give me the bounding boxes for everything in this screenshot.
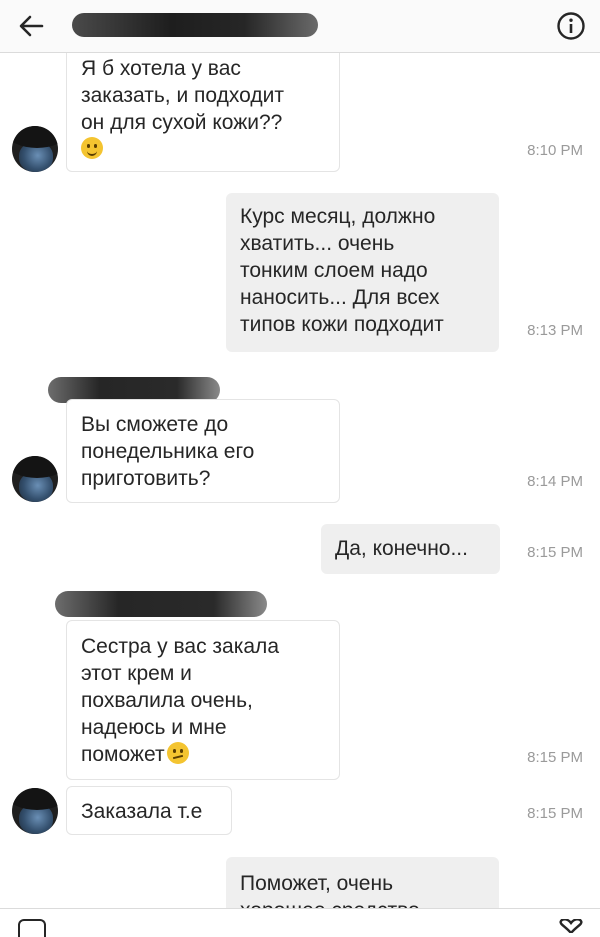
message-bubble-incoming[interactable]: Заказала т.е: [66, 786, 232, 835]
avatar[interactable]: [12, 788, 58, 834]
message-line: Я б хотела у вас: [81, 57, 241, 80]
message-timestamp: 8:15 PM: [527, 749, 583, 766]
message-composer-bar: [0, 908, 600, 937]
message-bubble-incoming[interactable]: Я б хотела у вас заказать, и подходит он…: [66, 52, 340, 172]
sender-name: gerii_sharu: [55, 591, 267, 617]
chat-header: gerii_sharu: [0, 0, 600, 53]
message-line: он для сухой кожи??: [81, 111, 283, 134]
message-line: Заказала т.е: [81, 800, 203, 823]
arrow-left-icon[interactable]: [16, 12, 46, 40]
message-line: Вы сможете до: [81, 413, 229, 436]
message-line: Курс месяц, должно: [240, 205, 436, 228]
message-line: поможет: [81, 743, 165, 766]
info-circle-icon[interactable]: [556, 11, 586, 41]
message-bubble-outgoing[interactable]: Да, конечно...: [321, 524, 500, 574]
contact-name[interactable]: gerii_sharu: [72, 13, 318, 37]
message-line: хорошее средство: [240, 897, 485, 908]
message-bubble-incoming[interactable]: Сестра у вас закала этот крем и похвалил…: [66, 620, 340, 780]
message-line: хватить... очень: [240, 232, 395, 255]
avatar[interactable]: [12, 126, 58, 172]
message-line: понедельника его: [81, 440, 255, 463]
message-timestamp: 8:15 PM: [527, 805, 583, 822]
message-line: тонким слоем надо: [240, 259, 428, 282]
message-line: Поможет, очень: [240, 872, 394, 895]
message-line: Да, конечно...: [335, 537, 468, 560]
message-timestamp: 8:13 PM: [527, 322, 583, 339]
message-timestamp: 8:14 PM: [527, 473, 583, 490]
heart-icon[interactable]: [556, 919, 586, 933]
avatar[interactable]: [12, 456, 58, 502]
message-timestamp: 8:10 PM: [527, 142, 583, 159]
message-line: похвалила очень,: [81, 689, 253, 712]
slightly-smiling-face-icon: [81, 137, 103, 159]
message-bubble-incoming[interactable]: Вы сможете до понедельника его приготови…: [66, 399, 340, 503]
message-line: этот крем и: [81, 662, 192, 685]
message-line: типов кожи подходит: [240, 313, 444, 336]
message-timestamp: 8:15 PM: [527, 544, 583, 561]
message-bubble-outgoing[interactable]: Поможет, очень хорошее средство: [226, 857, 499, 908]
confused-face-icon: [166, 742, 189, 764]
message-line: приготовить?: [81, 467, 211, 490]
message-bubble-outgoing[interactable]: Курс месяц, должно хватить... очень тонк…: [226, 193, 499, 352]
camera-icon[interactable]: [18, 919, 46, 937]
message-line: Сестра у вас закала: [81, 635, 279, 658]
message-line: заказать, и подходит: [81, 84, 284, 107]
message-thread: Я б хотела у вас заказать, и подходит он…: [0, 52, 600, 908]
message-line: наносить... Для всех: [240, 286, 440, 309]
message-line: надеюсь и мне: [81, 716, 227, 739]
